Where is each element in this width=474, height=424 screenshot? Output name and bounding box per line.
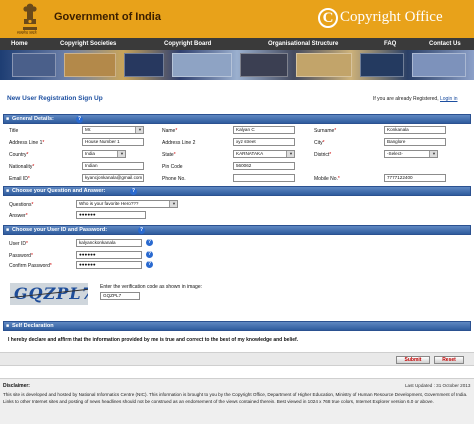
email-input[interactable]: kyancjonkanala@gmail.com (82, 174, 144, 182)
banner-image (240, 53, 288, 77)
banner-image (412, 53, 466, 77)
city-label: City* (314, 140, 325, 146)
page-title: New User Registration Sign Up (7, 95, 103, 102)
mobile-label: Mobile No.* (314, 176, 340, 182)
city-input[interactable]: Banglore (384, 138, 446, 146)
login-hint: If you are already Registered, Login in (373, 96, 458, 102)
name-label: Name* (162, 128, 178, 134)
last-updated: Last Updated : 31 October 2013 (405, 383, 471, 388)
captcha-image: GQZPL7 (10, 283, 88, 305)
office-title: Copyright Office (340, 9, 443, 25)
surname-label: Surname* (314, 128, 337, 134)
help-icon[interactable]: ? (146, 261, 153, 268)
nationality-label: Nationality* (9, 164, 35, 170)
userid-section-header[interactable]: ■ Choose your User ID and Password: ? (3, 225, 471, 235)
nav-contact-us[interactable]: Contact Us (429, 41, 461, 47)
login-prompt: If you are already Registered, (373, 96, 439, 102)
chevron-down-icon: ▼ (172, 201, 176, 206)
banner-image (360, 53, 404, 77)
name-input[interactable]: Kalyan C (233, 126, 295, 134)
banner-image (124, 53, 164, 77)
phone-input[interactable] (233, 174, 295, 182)
mobile-input[interactable]: 7777122400 (384, 174, 446, 182)
nav-copyright-board[interactable]: Copyright Board (164, 41, 211, 47)
government-title: Government of India (54, 11, 161, 23)
banner-strip (0, 50, 474, 80)
state-label: State* (162, 152, 176, 158)
collapse-icon: ■ (6, 188, 10, 194)
captcha-input[interactable]: GQZPL7 (100, 292, 140, 300)
form-actions: Submit Reset (0, 352, 474, 366)
general-details-header[interactable]: ■ General Details: ? (3, 114, 471, 124)
nationality-input[interactable]: Indian (82, 162, 144, 170)
help-icon[interactable]: ? (76, 116, 83, 123)
address2-label: Address Line 2 (162, 140, 196, 146)
disclaimer-text: This site is developed and hosted by Nat… (3, 392, 468, 404)
collapse-icon: ■ (6, 227, 10, 233)
chevron-down-icon: ▼ (432, 151, 436, 156)
copyright-icon: C (318, 8, 338, 28)
user-id-input[interactable]: kalyanckonkanala (76, 239, 142, 247)
banner-image (296, 53, 352, 77)
collapse-icon: ■ (6, 323, 10, 329)
district-select[interactable]: -Select- ▼ (384, 150, 438, 158)
questions-label: Questions* (9, 202, 34, 208)
section-label: Self Declaration (12, 323, 54, 329)
nav-copyright-societies[interactable]: Copyright Societies (60, 41, 116, 47)
submit-button[interactable]: Submit (396, 356, 430, 364)
nav-home[interactable]: Home (11, 41, 28, 47)
captcha-prompt: Enter the verification code as shown in … (100, 284, 202, 290)
banner-image (64, 53, 116, 77)
emblem-caption: सत्यमेव जयते (17, 30, 37, 35)
country-label: Country* (9, 152, 29, 158)
password-input[interactable]: ●●●●●● (76, 251, 142, 259)
question-section-header[interactable]: ■ Choose your Question and Answer: ? (3, 186, 471, 196)
pincode-input[interactable]: 560062 (233, 162, 295, 170)
footer: Disclaimer: Last Updated : 31 October 20… (0, 378, 474, 424)
declaration-text: I hereby declare and affirm that the inf… (8, 337, 299, 343)
email-label: Email ID* (9, 176, 30, 182)
reset-button[interactable]: Reset (434, 356, 464, 364)
disclaimer-label: Disclaimer: (3, 383, 30, 389)
pincode-label: Pin Code (162, 164, 183, 170)
phone-label: Phone No. (162, 176, 186, 182)
site-header: सत्यमेव जयते Government of India C Copyr… (0, 0, 474, 38)
chevron-down-icon: ▼ (289, 151, 293, 156)
nav-faq[interactable]: FAQ (384, 41, 396, 47)
user-id-label: User ID* (9, 241, 28, 247)
section-label: Choose your Question and Answer: (12, 188, 106, 194)
title-select[interactable]: Mr. ▼ (82, 126, 144, 134)
country-select[interactable]: India ▼ (82, 150, 126, 158)
answer-input[interactable]: ●●●●●● (76, 211, 146, 219)
help-icon[interactable]: ? (138, 227, 145, 234)
address1-input[interactable]: House Number 1 (82, 138, 144, 146)
address1-label: Address Line 1* (9, 140, 45, 146)
answer-label: Answer* (9, 213, 28, 219)
banner-image (12, 53, 56, 77)
title-label: Title (9, 128, 19, 134)
address2-input[interactable]: xyz street (233, 138, 295, 146)
question-select[interactable]: Who is your favorite Hero??? ▼ (76, 200, 178, 208)
state-select[interactable]: KARNATAKA ▼ (233, 150, 295, 158)
declaration-section-header[interactable]: ■ Self Declaration (3, 321, 471, 331)
password-label: Password* (9, 253, 33, 259)
confirm-password-label: Confirm Password* (9, 263, 52, 269)
district-label: District* (314, 152, 332, 158)
help-icon[interactable]: ? (146, 251, 153, 258)
nav-organisational-structure[interactable]: Organisational Structure (268, 41, 338, 47)
section-label: General Details: (12, 116, 54, 122)
main-nav: Home Copyright Societies Copyright Board… (0, 38, 474, 50)
surname-input[interactable]: Konkanala (384, 126, 446, 134)
help-icon[interactable]: ? (146, 239, 153, 246)
chevron-down-icon: ▼ (120, 151, 124, 156)
section-label: Choose your User ID and Password: (12, 227, 108, 233)
collapse-icon: ■ (6, 116, 10, 122)
login-link[interactable]: Login in (440, 96, 458, 102)
banner-image (172, 53, 232, 77)
confirm-password-input[interactable]: ●●●●●● (76, 261, 142, 269)
chevron-down-icon: ▼ (138, 127, 142, 132)
help-icon[interactable]: ? (130, 188, 137, 195)
